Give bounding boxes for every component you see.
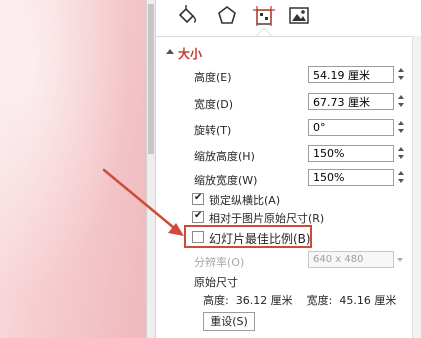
relative-size-label: 相对于图片原始尺寸(R) bbox=[209, 212, 325, 225]
picture-icon[interactable] bbox=[286, 3, 312, 29]
checkmark-icon: ✔ bbox=[194, 192, 203, 203]
height-field[interactable] bbox=[308, 66, 394, 83]
scale-height-label: 缩放高度(H) bbox=[194, 150, 255, 163]
collapse-caret-icon[interactable] bbox=[166, 49, 174, 54]
pane-scrollbar[interactable] bbox=[412, 36, 421, 338]
reset-button[interactable]: 重设(S) bbox=[203, 312, 255, 331]
rotation-field[interactable] bbox=[308, 119, 394, 136]
scale-height-field[interactable] bbox=[308, 145, 394, 162]
original-size-values: 高度: 36.12 厘米 宽度: 45.16 厘米 bbox=[203, 294, 397, 307]
format-picture-pane: 大小 高度(E) 宽度(D) 旋转(T) 缩放高度(H) 缩放宽度(W) ✔ 锁… bbox=[156, 0, 421, 338]
scale-height-spinner[interactable] bbox=[396, 145, 406, 162]
chevron-down-icon bbox=[397, 258, 403, 262]
scale-width-field[interactable] bbox=[308, 169, 394, 186]
resolution-label: 分辨率(O) bbox=[194, 256, 245, 269]
editor-scroll-thumb[interactable] bbox=[148, 4, 154, 154]
height-spinner[interactable] bbox=[396, 66, 406, 83]
original-size-title: 原始尺寸 bbox=[194, 276, 238, 289]
slide-background bbox=[0, 0, 146, 338]
lock-aspect-label: 锁定纵横比(A) bbox=[209, 194, 281, 207]
pane-tab-bar bbox=[156, 0, 421, 37]
scale-width-label: 缩放宽度(W) bbox=[194, 174, 258, 187]
relative-size-checkbox[interactable]: ✔ bbox=[192, 210, 204, 223]
pentagon-icon[interactable] bbox=[214, 3, 240, 29]
size-position-icon[interactable] bbox=[251, 3, 277, 29]
width-label: 宽度(D) bbox=[194, 98, 234, 111]
width-field[interactable] bbox=[308, 93, 394, 110]
height-label: 高度(E) bbox=[194, 71, 232, 84]
annotation-highlight-box bbox=[184, 225, 312, 248]
slide-canvas bbox=[0, 0, 146, 338]
scale-width-spinner[interactable] bbox=[396, 169, 406, 186]
rotation-label: 旋转(T) bbox=[194, 124, 232, 137]
rotation-spinner[interactable] bbox=[396, 119, 406, 136]
active-tab-pointer-fill bbox=[257, 28, 271, 36]
lock-aspect-checkbox[interactable]: ✔ bbox=[192, 192, 204, 205]
fill-bucket-icon[interactable] bbox=[174, 3, 200, 29]
editor-scrollbar[interactable] bbox=[146, 0, 156, 338]
checkmark-icon: ✔ bbox=[194, 210, 203, 221]
width-spinner[interactable] bbox=[396, 93, 406, 110]
resolution-dropdown: 640 x 480 bbox=[308, 251, 394, 268]
section-title-size[interactable]: 大小 bbox=[178, 45, 202, 62]
